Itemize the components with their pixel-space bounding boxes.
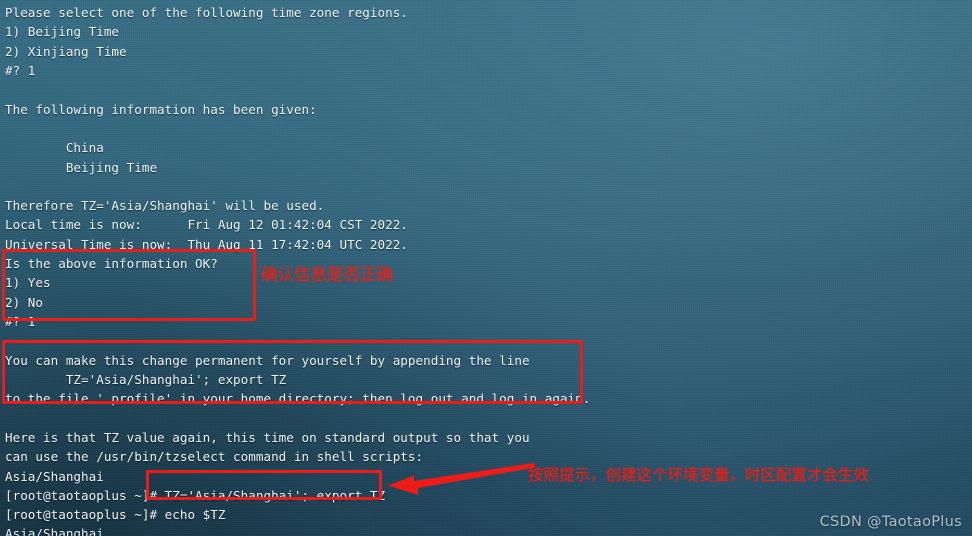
annotation-box-confirm-prompt	[2, 249, 256, 321]
terminal-line: #? 1	[5, 62, 36, 78]
terminal-line: Please select one of the following time …	[5, 5, 408, 20]
terminal-line: Beijing Time	[5, 159, 158, 175]
annotation-note-export: 按照提示，创建这个环境变量，时区配置才会生效	[528, 466, 870, 484]
terminal-line: 1) Beijing Time	[5, 24, 120, 40]
terminal-line: Local time is now: Fri Aug 12 01:42:04 C…	[5, 217, 408, 233]
annotation-arrow-icon	[388, 463, 536, 495]
terminal-window[interactable]: Please select one of the following time …	[0, 0, 972, 536]
annotation-box-permanent-change	[2, 340, 583, 404]
terminal-line: Here is that TZ value again, this time o…	[5, 429, 530, 445]
annotation-note-confirm: 确认信息是否正确	[261, 265, 393, 284]
annotation-box-export-command	[146, 470, 382, 500]
terminal-line: 2) Xinjiang Time	[5, 43, 127, 59]
terminal-line: Therefore TZ='Asia/Shanghai' will be use…	[5, 198, 325, 214]
terminal-line: The following information has been given…	[5, 101, 317, 117]
terminal-line: China	[5, 140, 104, 156]
watermark-label: CSDN @TaotaoPlus	[819, 514, 962, 530]
